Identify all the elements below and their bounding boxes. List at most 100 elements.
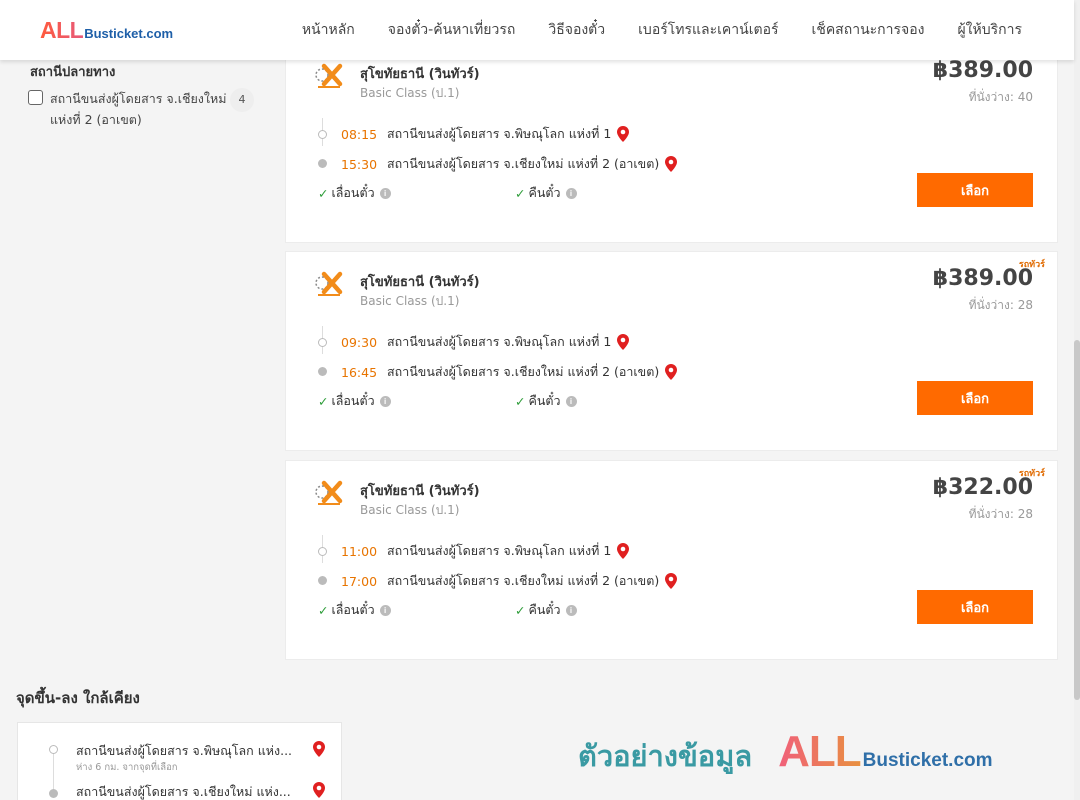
bus-class: Basic Class (ป.1) [360, 294, 460, 308]
departure-station: สถานีขนส่งผู้โดยสาร จ.พิษณุโลก แห่งที่ 1 [387, 543, 612, 558]
info-icon[interactable]: i [565, 187, 577, 199]
arrival-station: สถานีขนส่งผู้โดยสาร จ.เชียงใหม่ แห่งที่ … [387, 364, 660, 379]
nav-home[interactable]: หน้าหลัก [302, 19, 355, 41]
departure-station: สถานีขนส่งผู้โดยสาร จ.พิษณุโลก แห่งที่ 1 [387, 334, 612, 349]
policy-refund-ticket[interactable]: ✓ คืนตั๋ว i [515, 600, 577, 620]
bus-class: Basic Class (ป.1) [360, 86, 460, 100]
trip-price: ฿389.00 [932, 266, 1033, 291]
info-icon[interactable]: i [565, 395, 577, 407]
policy-change-label: เลื่อนตั๋ว [331, 393, 375, 408]
nearby-from-dot-icon [49, 745, 58, 754]
arrival-stop: 16:45 สถานีขนส่งผู้โดยสาร จ.เชียงใหม่ แห… [341, 362, 678, 382]
arrival-dot-icon [318, 159, 327, 168]
site-logo[interactable]: ALL Busticket.com [40, 17, 173, 44]
page-scrollbar[interactable] [1074, 0, 1080, 800]
select-trip-button[interactable]: เลือก [917, 590, 1033, 624]
nav-operators[interactable]: ผู้ให้บริการ [957, 19, 1022, 41]
map-pin-icon[interactable] [665, 573, 678, 589]
select-trip-button[interactable]: เลือก [917, 381, 1033, 415]
trip-price: ฿389.00 [932, 58, 1033, 83]
arrival-time: 16:45 [341, 364, 378, 380]
bus-class: Basic Class (ป.1) [360, 503, 460, 517]
departure-dot-icon [318, 338, 327, 347]
nearby-stops-card[interactable]: สถานีขนส่งผู้โดยสาร จ.พิษณุโลก แห่ง... ห… [17, 722, 342, 800]
top-navbar: ALL Busticket.com หน้าหลัก จองตั๋ว-ค้นหา… [0, 0, 1074, 60]
policy-refund-label: คืนตั๋ว [528, 185, 561, 200]
nav-contact-counters[interactable]: เบอร์โทรและเคาน์เตอร์ [638, 19, 778, 41]
trip-card: รถทัวร์ สุโขทัยธานี (วินทัวร์) Basic Cla… [285, 460, 1058, 660]
check-icon: ✓ [515, 393, 526, 409]
watermark-logo-all: ALL [778, 727, 862, 776]
check-icon: ✓ [318, 393, 329, 409]
destination-option-count: 4 [230, 88, 254, 112]
departure-stop: 09:30 สถานีขนส่งผู้โดยสาร จ.พิษณุโลก แห่… [341, 332, 630, 352]
arrival-station: สถานีขนส่งผู้โดยสาร จ.เชียงใหม่ แห่งที่ … [387, 156, 660, 171]
operator-name: สุโขทัยธานี (วินทัวร์) [360, 67, 480, 82]
logo-all-text: ALL [40, 17, 84, 43]
operator-logo-icon [315, 63, 343, 88]
operator-logo-icon [315, 271, 343, 296]
sample-data-watermark: ตัวอย่างข้อมูล ALL Busticket.com [578, 727, 993, 779]
nearby-to-dot-icon [49, 789, 58, 798]
check-icon: ✓ [515, 185, 526, 201]
map-pin-icon[interactable] [665, 156, 678, 172]
info-icon[interactable]: i [565, 604, 577, 616]
arrival-dot-icon [318, 367, 327, 376]
check-icon: ✓ [318, 185, 329, 201]
info-icon[interactable]: i [379, 187, 391, 199]
operator-logo-icon [315, 480, 343, 505]
arrival-station: สถานีขนส่งผู้โดยสาร จ.เชียงใหม่ แห่งที่ … [387, 573, 660, 588]
map-pin-icon[interactable] [313, 782, 325, 798]
departure-dot-icon [318, 547, 327, 556]
watermark-text: ตัวอย่างข้อมูล [578, 739, 753, 773]
trip-card: รถทัวร์ สุโขทัยธานี (วินทัวร์) Basic Cla… [285, 251, 1058, 451]
departure-stop: 08:15 สถานีขนส่งผู้โดยสาร จ.พิษณุโลก แห่… [341, 124, 630, 144]
nearby-from-station[interactable]: สถานีขนส่งผู้โดยสาร จ.พิษณุโลก แห่ง... [76, 741, 292, 761]
destination-option-label[interactable]: สถานีขนส่งผู้โดยสาร จ.เชียงใหม่ แห่งที่ … [50, 88, 230, 130]
watermark-logo-busticket: Busticket.com [862, 750, 993, 771]
trip-card: สุโขทัยธานี (วินทัวร์) Basic Class (ป.1)… [285, 43, 1058, 243]
operator-name: สุโขทัยธานี (วินทัวร์) [360, 275, 480, 290]
destination-checkbox[interactable] [28, 90, 43, 105]
seats-available: ที่นั่งว่าง: 28 [968, 507, 1033, 521]
nav-book-search[interactable]: จองตั๋ว-ค้นหาเที่ยวรถ [388, 19, 516, 41]
nav-check-booking[interactable]: เช็คสถานะการจอง [812, 19, 925, 41]
trip-price: ฿322.00 [932, 475, 1033, 500]
info-icon[interactable]: i [379, 395, 391, 407]
map-pin-icon[interactable] [617, 543, 630, 559]
policy-refund-label: คืนตั๋ว [528, 602, 561, 617]
check-icon: ✓ [515, 602, 526, 618]
map-pin-icon[interactable] [617, 334, 630, 350]
policy-change-ticket[interactable]: ✓ เลื่อนตั๋ว i [318, 391, 391, 411]
policy-change-label: เลื่อนตั๋ว [331, 185, 375, 200]
map-pin-icon[interactable] [665, 364, 678, 380]
map-pin-icon[interactable] [313, 741, 325, 757]
policy-refund-ticket[interactable]: ✓ คืนตั๋ว i [515, 391, 577, 411]
select-trip-button[interactable]: เลือก [917, 173, 1033, 207]
nearby-from-distance: ห่าง 6 กม. จากจุดที่เลือก [76, 762, 178, 773]
destination-filter-title: สถานีปลายทาง [30, 65, 116, 80]
departure-time: 08:15 [341, 126, 378, 142]
departure-dot-icon [318, 130, 327, 139]
policy-change-label: เลื่อนตั๋ว [331, 602, 375, 617]
info-icon[interactable]: i [379, 604, 391, 616]
policy-change-ticket[interactable]: ✓ เลื่อนตั๋ว i [318, 600, 391, 620]
check-icon: ✓ [318, 602, 329, 618]
arrival-dot-icon [318, 576, 327, 585]
scrollbar-thumb[interactable] [1074, 340, 1080, 700]
departure-time: 11:00 [341, 543, 378, 559]
main-nav: หน้าหลัก จองตั๋ว-ค้นหาเที่ยวรถ วิธีจองตั… [302, 0, 1022, 60]
arrival-stop: 17:00 สถานีขนส่งผู้โดยสาร จ.เชียงใหม่ แห… [341, 571, 678, 591]
operator-name: สุโขทัยธานี (วินทัวร์) [360, 484, 480, 499]
arrival-stop: 15:30 สถานีขนส่งผู้โดยสาร จ.เชียงใหม่ แห… [341, 154, 678, 174]
nearby-to-station[interactable]: สถานีขนส่งผู้โดยสาร จ.เชียงใหม่ แห่ง... [76, 782, 291, 800]
map-pin-icon[interactable] [617, 126, 630, 142]
nearby-timeline [53, 750, 54, 790]
nav-how-to-book[interactable]: วิธีจองตั๋ว [548, 19, 605, 41]
logo-busticket-text: Busticket.com [84, 26, 174, 41]
seats-available: ที่นั่งว่าง: 40 [968, 90, 1033, 104]
policy-refund-ticket[interactable]: ✓ คืนตั๋ว i [515, 183, 577, 203]
policy-refund-label: คืนตั๋ว [528, 393, 561, 408]
policy-change-ticket[interactable]: ✓ เลื่อนตั๋ว i [318, 183, 391, 203]
seats-available: ที่นั่งว่าง: 28 [968, 298, 1033, 312]
